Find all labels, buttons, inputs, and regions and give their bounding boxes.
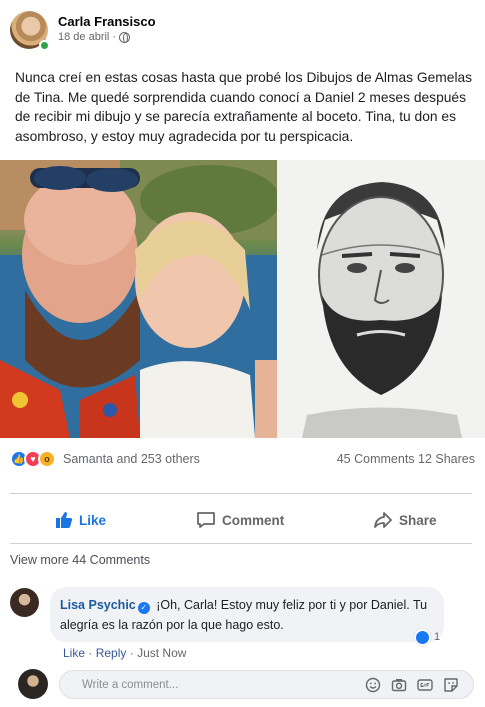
like-button[interactable]: Like [55, 502, 106, 538]
comment-body: Lisa Psychic ✓ ¡Oh, Carla! Estoy muy feli… [60, 595, 432, 635]
camera-icon[interactable] [391, 677, 407, 693]
view-more-comments-link[interactable]: View more 44 Comments [10, 553, 150, 567]
like-button-label: Like [79, 512, 107, 528]
comment-reaction-number: 1 [434, 631, 441, 643]
online-status-dot [39, 40, 50, 51]
comment-input-box[interactable] [59, 670, 474, 699]
comment-reply-link[interactable]: Reply [96, 646, 127, 660]
comment-icon [197, 512, 215, 528]
couple-photo-art [0, 160, 277, 438]
verified-badge-icon: ✓ [137, 602, 150, 614]
post-photo[interactable] [0, 160, 485, 438]
post-actions: Like Comment Share [10, 502, 472, 538]
comment-input[interactable] [82, 677, 342, 693]
divider [10, 493, 472, 494]
comment-share-counts[interactable]: 45 Comments 12 Shares [337, 452, 475, 466]
divider [10, 543, 472, 544]
sketch-drawing-art [277, 160, 485, 438]
emoji-icon[interactable] [365, 677, 381, 693]
comment-actions: Like · Reply · Just Now [63, 646, 187, 660]
couple-photo [0, 160, 277, 438]
globe-icon [119, 31, 131, 43]
comment-bubble: Lisa Psychic ✓ ¡Oh, Carla! Estoy muy feli… [50, 587, 444, 642]
author-name[interactable]: Carla Fransisco [58, 14, 156, 29]
share-button[interactable]: Share [373, 502, 437, 538]
thumbs-up-icon [56, 512, 72, 528]
comment-button[interactable]: Comment [196, 502, 284, 538]
like-reaction-icon [414, 628, 431, 646]
post-meta: 18 de abril · [58, 31, 131, 43]
sketch-drawing [277, 160, 485, 438]
post-date[interactable]: 18 de abril [58, 31, 109, 43]
reaction-icons[interactable]: 👍 ♥ o [10, 450, 60, 468]
share-icon [374, 512, 392, 528]
comment-like-link[interactable]: Like [63, 646, 85, 660]
comment-button-label: Comment [222, 512, 285, 528]
share-button-label: Share [399, 512, 437, 528]
gif-icon[interactable] [417, 677, 433, 693]
commenter-name[interactable]: Lisa Psychic [60, 598, 136, 612]
meta-separator: · [112, 31, 117, 43]
current-user-avatar [18, 669, 48, 699]
reactions-bar: 👍 ♥ o Samanta and 253 others 45 Comments… [10, 448, 475, 470]
wow-reaction-icon: o [38, 450, 56, 468]
reactors-summary[interactable]: Samanta and 253 others [63, 452, 200, 466]
post-header: Carla Fransisco 18 de abril · [10, 9, 475, 51]
commenter-avatar[interactable] [10, 588, 39, 617]
post-text: Nunca creí en estas cosas hasta que prob… [15, 70, 473, 144]
comment-reaction-count[interactable]: 1 [414, 628, 440, 646]
comment-time: Just Now [137, 646, 187, 660]
sticker-icon[interactable] [443, 677, 459, 693]
